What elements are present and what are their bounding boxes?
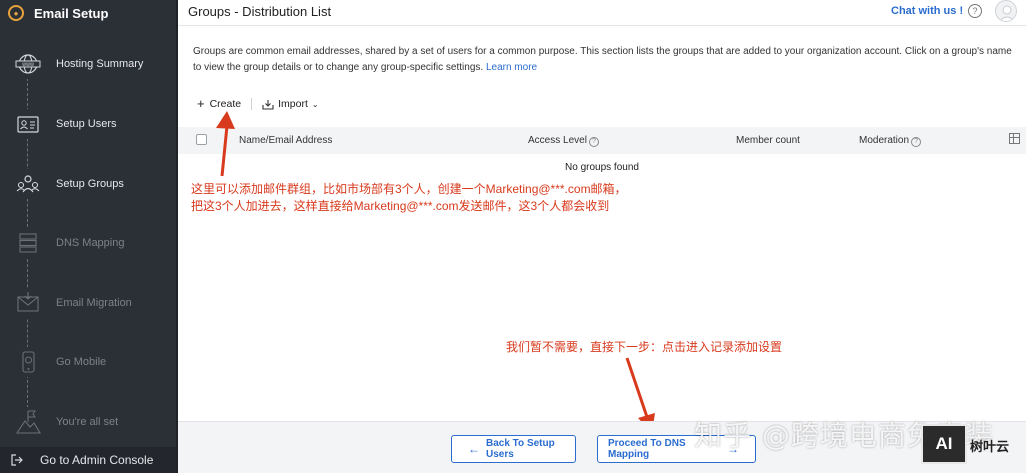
sidebar-item-setup-users[interactable]: Setup Users (0, 104, 176, 144)
flag-icon (11, 407, 45, 437)
sidebar-title: Email Setup (34, 5, 109, 21)
page-header: Groups - Distribution List Chat with us … (178, 0, 1026, 26)
chat-with-us-link[interactable]: Chat with us ! (891, 5, 963, 17)
sidebar-item-label: Hosting Summary (56, 58, 144, 70)
import-dropdown[interactable]: Import ⌄ (262, 98, 319, 110)
admin-console-label: Go to Admin Console (40, 453, 154, 467)
import-label: Import (278, 98, 308, 110)
column-moderation-label: Moderation (859, 135, 910, 146)
help-icon[interactable]: ? (968, 4, 982, 18)
arrow-left-icon: ← (468, 442, 480, 456)
import-icon (262, 99, 274, 110)
mobile-icon (11, 347, 45, 377)
empty-state: No groups found (178, 162, 1026, 173)
create-button[interactable]: + Create (197, 96, 242, 111)
admin-console-link[interactable]: Go to Admin Console (0, 447, 176, 473)
create-label: Create (209, 98, 242, 110)
sidebar-item-label: Go Mobile (56, 356, 107, 368)
column-access-level: Access Level? (528, 135, 599, 147)
watermark-logo-label: 树叶云 (970, 439, 1010, 454)
sidebar-item-all-set[interactable]: You're all set (0, 402, 176, 442)
select-all-checkbox[interactable] (196, 134, 207, 145)
watermark-logo: AI (921, 424, 967, 464)
column-member-count[interactable]: Member count (736, 135, 800, 146)
sidebar: ● Email Setup WWW Hosting Summary Setup … (0, 0, 176, 473)
group-icon (11, 169, 45, 199)
sidebar-item-label: DNS Mapping (56, 237, 125, 249)
groups-toolbar: + Create Import ⌄ (197, 96, 319, 112)
svg-text:WWW: WWW (22, 62, 34, 67)
back-button[interactable]: ← Back To Setup Users (451, 435, 576, 463)
annotation-note-create: 这里可以添加邮件群组，比如市场部有3个人，创建一个Marketing@***.c… (191, 181, 627, 215)
server-icon (11, 228, 45, 258)
empty-state-text: No groups found (565, 162, 639, 173)
sidebar-item-go-mobile[interactable]: Go Mobile (0, 342, 176, 382)
sidebar-item-email-migration[interactable]: Email Migration (0, 283, 176, 323)
annotation-note-next: 我们暂不需要，直接下一步：点击进入记录添加设置 (506, 340, 783, 354)
annotation-line: 把这3个人加进去，这样直接给Marketing@***.com发送邮件，这3个人… (191, 199, 610, 213)
sidebar-brand: ● Email Setup (0, 0, 176, 26)
toolbar-divider (251, 98, 253, 110)
back-button-label: Back To Setup Users (486, 438, 555, 460)
column-name-email[interactable]: Name/Email Address (239, 135, 332, 146)
column-access-level-label: Access Level (528, 135, 587, 146)
sidebar-item-label: Setup Users (56, 118, 117, 130)
description-text: Groups are common email addresses, share… (193, 46, 1012, 73)
page-description: Groups are common email addresses, share… (193, 44, 1018, 76)
help-icon[interactable]: ? (911, 137, 922, 147)
sidebar-item-dns-mapping[interactable]: DNS Mapping (0, 223, 176, 263)
groups-table-header: Name/Email Address Access Level? Member … (178, 127, 1026, 154)
learn-more-link[interactable]: Learn more (486, 62, 537, 73)
chevron-down-icon: ⌄ (311, 99, 319, 109)
column-settings-icon[interactable] (1009, 133, 1020, 144)
user-card-icon (11, 109, 45, 139)
envelope-icon (11, 288, 45, 318)
sidebar-item-label: You're all set (56, 416, 119, 428)
sidebar-item-setup-groups[interactable]: Setup Groups (0, 164, 176, 204)
column-moderation: Moderation? (859, 135, 922, 147)
setup-logo-icon: ● (8, 5, 24, 21)
sidebar-item-label: Setup Groups (56, 178, 124, 190)
sidebar-item-hosting-summary[interactable]: WWW Hosting Summary (0, 44, 176, 84)
plus-icon: + (197, 96, 205, 111)
page-title: Groups - Distribution List (188, 4, 332, 19)
sidebar-item-label: Email Migration (56, 297, 132, 309)
sidebar-edge (176, 0, 178, 473)
globe-icon: WWW (11, 49, 45, 79)
avatar[interactable] (995, 0, 1017, 22)
exit-icon (11, 454, 23, 466)
annotation-line: 这里可以添加邮件群组，比如市场部有3个人，创建一个Marketing@***.c… (191, 182, 627, 196)
annotation-arrow-down (625, 357, 650, 421)
help-icon[interactable]: ? (588, 137, 599, 147)
